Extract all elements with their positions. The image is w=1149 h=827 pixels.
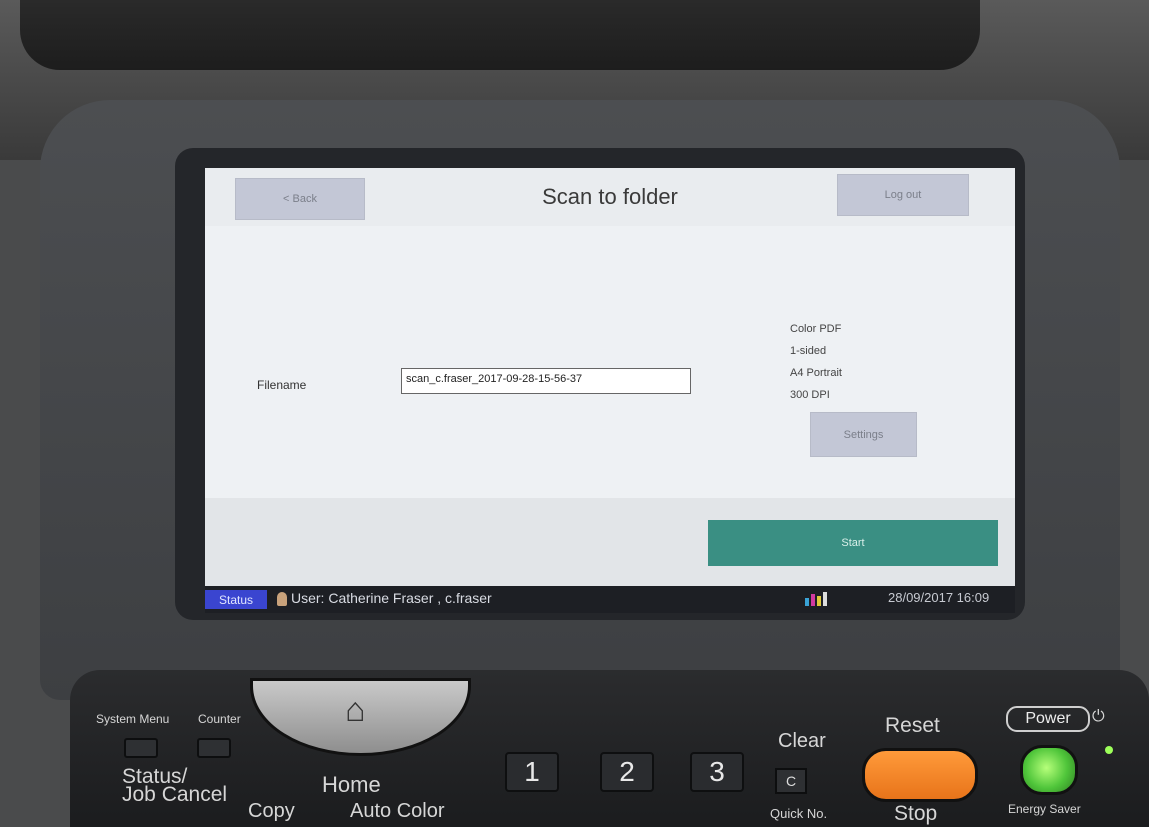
setting-sides: 1-sided [790,345,827,357]
counter-label: Counter [198,712,241,726]
logout-button[interactable]: Log out [837,174,969,216]
clear-label: Clear [778,730,826,752]
status-bar: Status User: Catherine Fraser , c.fraser… [205,586,1015,613]
page-title: Scan to folder [542,184,678,209]
reset-stop-button[interactable] [862,748,978,802]
home-icon: ⌂ [345,691,366,729]
header-bar: < Back Scan to folder Log out [205,168,1015,227]
energy-saver-label: Energy Saver [1008,802,1081,816]
energy-saver-button[interactable] [1020,745,1078,795]
user-icon [277,592,287,606]
scan-content: Filename scan_c.fraser_2017-09-28-15-56-… [205,226,1015,498]
toner-level-icon [805,592,829,606]
touchscreen: < Back Scan to folder Log out Filename s… [205,168,1015,613]
system-menu-key[interactable] [124,738,158,758]
start-button[interactable]: Start [708,520,998,566]
auto-color-label: Auto Color [350,800,445,822]
power-label: Power [1006,706,1090,732]
copy-label: Copy [248,800,295,822]
filename-field[interactable]: scan_c.fraser_2017-09-28-15-56-37 [401,368,691,394]
home-label: Home [322,772,381,797]
setting-paper: A4 Portrait [790,367,842,379]
filename-label: Filename [257,378,307,392]
quick-no-label: Quick No. [770,806,828,821]
status-button[interactable]: Status [205,590,267,609]
settings-summary: Color PDF 1-sided A4 Portrait 300 DPI [790,318,842,406]
clear-button[interactable]: C [775,768,807,794]
settings-button[interactable]: Settings [810,412,917,457]
counter-key[interactable] [197,738,231,758]
back-button[interactable]: < Back [235,178,365,220]
reset-label: Reset [885,714,940,737]
job-cancel-label: Job Cancel [122,783,228,806]
setting-resolution: 300 DPI [790,389,830,401]
hardware-panel [70,670,1149,827]
datetime: 28/09/2017 16:09 [888,590,990,605]
power-icon: ⏻ [1092,708,1105,725]
printer-lid [20,0,980,70]
key-2[interactable]: 2 [600,752,654,792]
stop-label: Stop [894,802,938,825]
key-3[interactable]: 3 [690,752,744,792]
setting-color: Color PDF [790,323,842,335]
status-job-cancel-label: Status/ Job Cancel [122,766,228,806]
system-menu-label: System Menu [96,712,170,726]
user-label: User: Catherine Fraser , c.fraser [291,590,492,606]
power-led [1105,746,1113,754]
key-1[interactable]: 1 [505,752,559,792]
